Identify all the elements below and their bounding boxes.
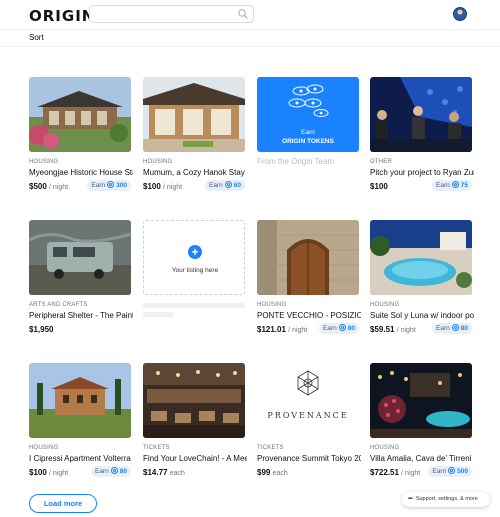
listing-image[interactable]	[143, 77, 245, 152]
origin-token-icon	[448, 467, 456, 474]
listing-price: $99 each	[257, 468, 288, 477]
listing-image[interactable]	[370, 363, 472, 438]
listing-category: TICKETS	[257, 445, 284, 451]
listing-price: $121.01 / night	[257, 325, 308, 334]
earn-badge: Earn 80	[319, 323, 359, 334]
skeleton-line	[143, 303, 245, 308]
filter-bar: Sort	[0, 30, 500, 47]
earn-badge: Earn 500	[428, 466, 472, 477]
listing-category: HOUSING	[143, 159, 173, 165]
listing-category: HOUSING	[370, 445, 400, 451]
listing-category: ARTS AND CRAFTS	[29, 302, 88, 308]
listing-title[interactable]: I Cipressi Apartment Volterra	[29, 454, 133, 463]
listing-price: $14.77 each	[143, 468, 185, 477]
promo-text: Earn ORIGIN TOKENS	[282, 129, 334, 145]
listing-image[interactable]	[29, 363, 131, 438]
listing-title[interactable]: Provenance Summit Tokyo 2019	[257, 454, 361, 463]
origin-token-icon	[451, 181, 459, 188]
support-menu-button[interactable]: ••• Support, settings, & more	[402, 492, 490, 507]
listing-title[interactable]: Suite Sol y Luna w/ indoor pool	[370, 311, 474, 320]
origin-token-icon	[110, 467, 118, 474]
listing-image[interactable]	[370, 220, 472, 295]
origin-token-icon	[107, 181, 115, 188]
search-input[interactable]	[94, 8, 234, 21]
listing-price: $100 / night	[143, 182, 183, 191]
earn-badge: Earn 60	[205, 180, 245, 191]
listing-category: OTHER	[370, 159, 392, 165]
promo-footer: From the Origin Team	[257, 157, 335, 166]
more-dots-icon: •••	[408, 496, 413, 502]
listing-category: HOUSING	[29, 159, 59, 165]
plus-icon[interactable]: +	[188, 245, 202, 259]
listing-title[interactable]: PONTE VECCHIO - POSIZIONE UNICA	[257, 311, 361, 320]
create-listing-placeholder[interactable]: + Your listing here	[143, 220, 245, 295]
token-stack-icon	[288, 84, 329, 117]
earn-tokens-banner[interactable]: Earn ORIGIN TOKENS	[257, 77, 359, 152]
load-more-button[interactable]: Load more	[29, 494, 97, 513]
skeleton-line	[143, 312, 173, 317]
listing-price: $1,950	[29, 325, 54, 334]
origin-logo[interactable]: ORIGIN	[29, 7, 95, 25]
listing-image[interactable]: PROVENANCE	[257, 363, 359, 438]
earn-badge: Earn 75	[432, 180, 472, 191]
user-avatar[interactable]	[453, 7, 467, 21]
listing-title[interactable]: Peripheral Shelter - The Painting	[29, 311, 133, 320]
listing-price: $100	[370, 182, 388, 191]
listing-title[interactable]: Villa Amalia, Cava de' Tirreni	[370, 454, 474, 463]
listing-category: HOUSING	[370, 302, 400, 308]
listing-price: $722.51 / night	[370, 468, 421, 477]
listing-title[interactable]: Pitch your project to Ryan Zurrer	[370, 168, 474, 177]
listing-price: $100 / night	[29, 468, 69, 477]
provenance-logo-icon	[297, 370, 319, 396]
search-icon[interactable]	[237, 8, 249, 20]
top-nav: ORIGIN	[0, 0, 500, 30]
listing-title[interactable]: Find Your LoveChain! - A Meetup	[143, 454, 247, 463]
listing-image[interactable]	[370, 77, 472, 152]
listing-category: TICKETS	[143, 445, 170, 451]
listing-category: HOUSING	[257, 302, 287, 308]
listing-category: HOUSING	[29, 445, 59, 451]
listing-image[interactable]	[29, 220, 131, 295]
listing-image[interactable]	[257, 220, 359, 295]
support-label: Support, settings, & more	[415, 496, 478, 502]
listing-image[interactable]	[29, 77, 131, 152]
sort-button[interactable]: Sort	[29, 33, 44, 42]
listing-price: $500 / night	[29, 182, 69, 191]
origin-token-icon	[224, 181, 232, 188]
origin-token-icon	[338, 324, 346, 331]
listing-price: $59.51 / night	[370, 325, 416, 334]
your-listing-label: Your listing here	[171, 267, 219, 274]
listing-title[interactable]: Myeongjae Historic House Stay	[29, 168, 133, 177]
earn-badge: Earn 80	[91, 466, 131, 477]
origin-token-icon	[451, 324, 459, 331]
search-box[interactable]	[89, 5, 254, 23]
listing-image[interactable]	[143, 363, 245, 438]
listing-title[interactable]: Mumum, a Cozy Hanok Stay	[143, 168, 247, 177]
provenance-wordmark: PROVENANCE	[267, 411, 349, 420]
earn-badge: Earn 300	[87, 180, 131, 191]
earn-badge: Earn 80	[432, 323, 472, 334]
